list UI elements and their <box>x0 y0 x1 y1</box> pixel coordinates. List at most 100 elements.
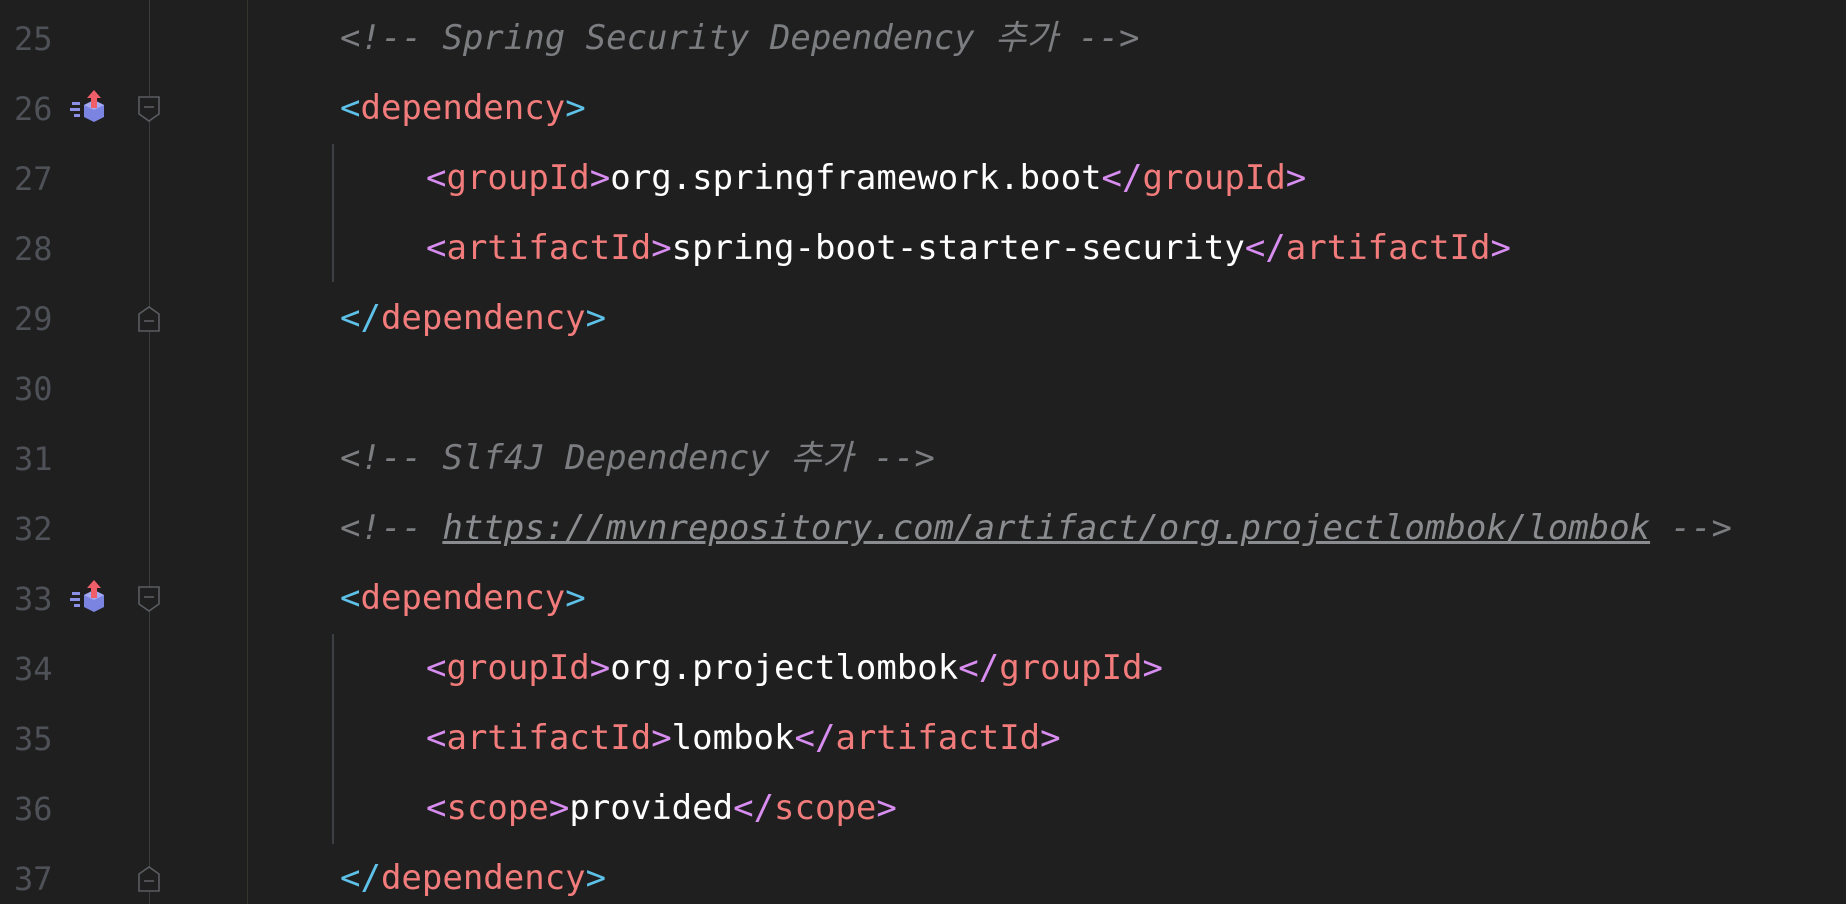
bracket: </ <box>794 718 836 758</box>
code-content: <artifactId>spring-boot-starter-security… <box>426 230 1511 266</box>
comment-close: --> <box>852 438 935 478</box>
bracket: </ <box>1244 228 1286 268</box>
line-number: 26 <box>14 90 53 128</box>
comment-open: <!-- <box>340 438 443 478</box>
code-content: <groupId>org.springframework.boot</group… <box>426 160 1306 196</box>
code-content: <!-- Slf4J Dependency 추가 --> <box>340 440 935 476</box>
fold-end-icon[interactable] <box>138 306 160 332</box>
bracket: > <box>651 718 672 758</box>
bracket: </ <box>958 648 1000 688</box>
tag-name: artifactId <box>446 228 652 268</box>
tag-value: provided <box>569 788 734 828</box>
line-number: 27 <box>14 160 53 198</box>
line-number: 28 <box>14 230 53 268</box>
code-content: <artifactId>lombok</artifactId> <box>426 720 1061 756</box>
code-line[interactable]: 35 <artifactId>lombok</artifactId> <box>0 704 1846 774</box>
bracket: > <box>1490 228 1511 268</box>
bracket: > <box>585 858 607 898</box>
maven-dependency-icon[interactable] <box>70 88 114 128</box>
bracket: > <box>651 228 672 268</box>
comment-close: --> <box>1057 18 1140 58</box>
code-line[interactable]: 36 <scope>provided</scope> <box>0 774 1846 844</box>
fold-end-icon[interactable] <box>138 866 160 892</box>
code-content: <dependency> <box>340 90 586 126</box>
fold-collapse-icon[interactable] <box>138 96 160 122</box>
line-number: 32 <box>14 510 53 548</box>
code-line[interactable]: 32 <!-- https://mvnrepository.com/artifa… <box>0 494 1846 564</box>
bracket: > <box>876 788 897 828</box>
code-editor[interactable]: 25 <!-- Spring Security Dependency 추가 --… <box>0 0 1846 904</box>
tag-name: groupId <box>446 648 590 688</box>
line-number: 25 <box>14 20 53 58</box>
bracket: </ <box>340 298 381 338</box>
bracket: > <box>1285 158 1307 198</box>
bracket: < <box>426 228 447 268</box>
line-number: 35 <box>14 720 53 758</box>
bracket: < <box>426 718 447 758</box>
code-content: </dependency> <box>340 860 606 896</box>
code-line[interactable]: 34 <groupId>org.projectlombok</groupId> <box>0 634 1846 704</box>
comment-text: Slf4J Dependency 추가 <box>442 438 853 478</box>
code-line[interactable]: 33 <dependency> <box>0 564 1846 634</box>
comment-close: --> <box>1650 508 1732 548</box>
code-line[interactable]: 26 <dependency> <box>0 74 1846 144</box>
code-content: <groupId>org.projectlombok</groupId> <box>426 650 1163 686</box>
tag-name: dependency <box>360 88 566 128</box>
comment-open: <!-- <box>340 18 443 58</box>
bracket: < <box>340 578 361 618</box>
tag-name: groupId <box>999 648 1143 688</box>
line-number: 31 <box>14 440 53 478</box>
line-number: 34 <box>14 650 53 688</box>
code-content: <!-- Spring Security Dependency 추가 --> <box>340 20 1140 56</box>
code-content: <scope>provided</scope> <box>426 790 897 826</box>
bracket: > <box>1040 718 1061 758</box>
fold-collapse-icon[interactable] <box>138 586 160 612</box>
line-number: 33 <box>14 580 53 618</box>
tag-value: lombok <box>671 718 795 758</box>
comment-text: Spring Security Dependency 추가 <box>442 18 1058 58</box>
bracket: > <box>589 158 611 198</box>
line-number: 29 <box>14 300 53 338</box>
bracket: > <box>548 788 570 828</box>
bracket: > <box>585 298 607 338</box>
bracket: < <box>426 648 447 688</box>
bracket: < <box>426 158 447 198</box>
line-number: 30 <box>14 370 53 408</box>
bracket: </ <box>1101 158 1143 198</box>
tag-name: artifactId <box>835 718 1041 758</box>
maven-dependency-icon[interactable] <box>70 578 114 618</box>
tag-name: scope <box>446 788 549 828</box>
bracket: > <box>565 578 586 618</box>
tag-name: groupId <box>1142 158 1286 198</box>
bracket: > <box>1142 648 1163 688</box>
bracket: </ <box>340 858 381 898</box>
code-content: </dependency> <box>340 300 606 336</box>
code-line[interactable]: 29 </dependency> <box>0 284 1846 354</box>
bracket: > <box>565 88 586 128</box>
tag-value: org.projectlombok <box>610 648 959 688</box>
code-line[interactable]: 25 <!-- Spring Security Dependency 추가 --… <box>0 4 1846 74</box>
tag-value: org.springframework.boot <box>610 158 1102 198</box>
tag-name: dependency <box>380 858 586 898</box>
tag-name: dependency <box>360 578 566 618</box>
tag-name: artifactId <box>1285 228 1491 268</box>
tag-name: dependency <box>380 298 586 338</box>
tag-value: spring-boot-starter-security <box>671 228 1245 268</box>
bracket: </ <box>733 788 775 828</box>
code-line[interactable]: 28 <artifactId>spring-boot-starter-secur… <box>0 214 1846 284</box>
comment-link[interactable]: https://mvnrepository.com/artifact/org.p… <box>442 508 1650 548</box>
tag-name: scope <box>774 788 877 828</box>
bracket: < <box>340 88 361 128</box>
line-number: 37 <box>14 860 53 898</box>
code-line[interactable]: 30 <box>0 354 1846 424</box>
bracket: > <box>589 648 611 688</box>
code-line[interactable]: 27 <groupId>org.springframework.boot</gr… <box>0 144 1846 214</box>
line-number: 36 <box>14 790 53 828</box>
comment-open: <!-- <box>340 508 443 548</box>
code-content: <dependency> <box>340 580 586 616</box>
code-line[interactable]: 37 </dependency> <box>0 844 1846 904</box>
code-line[interactable]: 31 <!-- Slf4J Dependency 추가 --> <box>0 424 1846 494</box>
tag-name: groupId <box>446 158 590 198</box>
bracket: < <box>426 788 447 828</box>
tag-name: artifactId <box>446 718 652 758</box>
